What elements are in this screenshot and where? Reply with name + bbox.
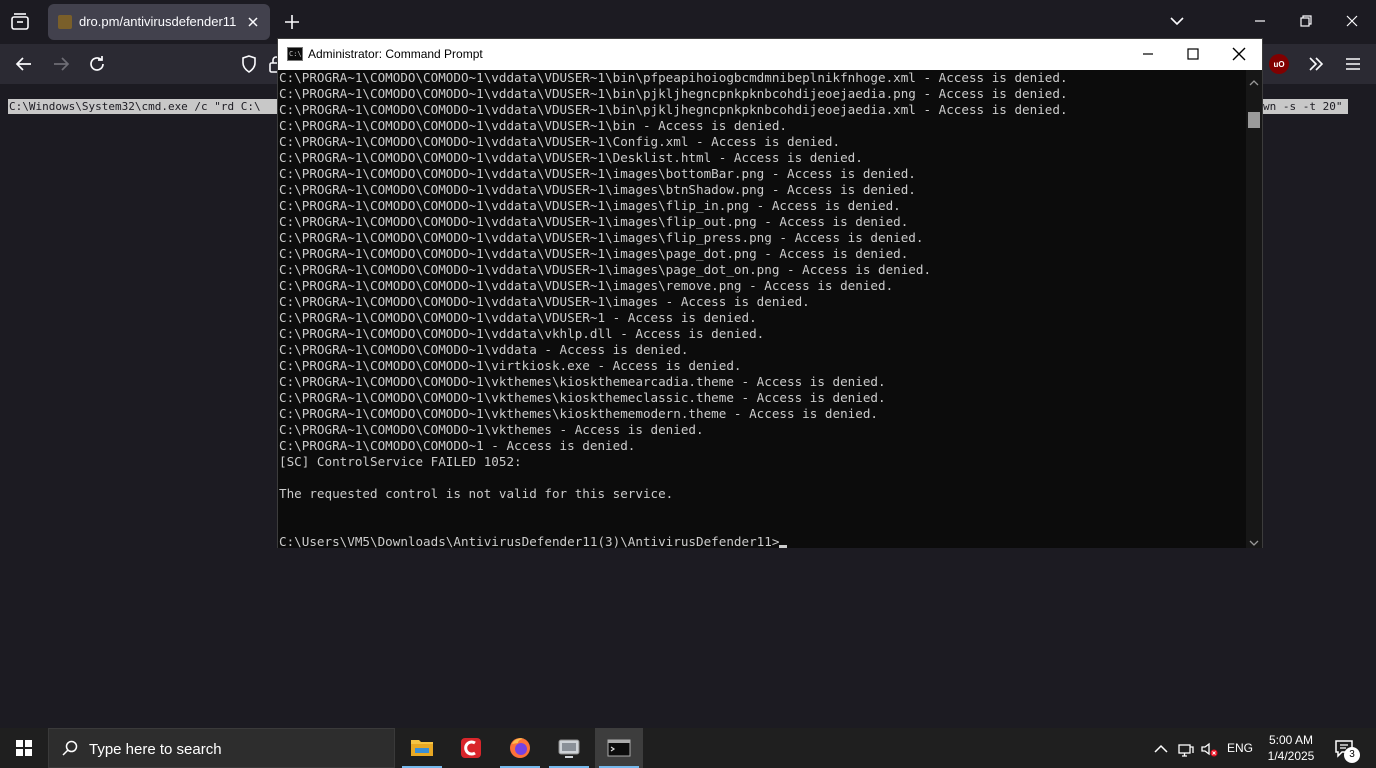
chevron-up-icon[interactable] (1152, 740, 1170, 758)
firefox-icon (510, 738, 530, 758)
shield-icon[interactable] (239, 54, 259, 74)
virtual-desktop-icon (558, 739, 580, 758)
search-placeholder: Type here to search (89, 741, 222, 758)
cmd-output-line: C:\PROGRA~1\COMODO\COMODO~1\vddata\VDUSE… (279, 246, 909, 261)
browser-tab-active[interactable]: dro.pm/antivirusdefender11 (48, 4, 270, 40)
cmd-output-line: C:\PROGRA~1\COMODO\COMODO~1\vddata\VDUSE… (279, 262, 932, 277)
cmd-output-line: The requested control is not valid for t… (279, 486, 674, 501)
tab-close-icon[interactable] (244, 13, 262, 31)
notification-count-badge: 3 (1344, 747, 1360, 763)
cmd-prompt-text: C:\Users\VM5\Downloads\AntivirusDefender… (279, 534, 780, 548)
cmd-output-line: C:\PROGRA~1\COMODO\COMODO~1\vddata\VDUSE… (279, 310, 757, 325)
minimize-icon[interactable] (1251, 12, 1269, 30)
taskbar-app-misc[interactable] (545, 728, 593, 768)
windows-taskbar: Type here to search ENG 5:00 AM 1/4/2025… (0, 728, 1376, 768)
folder-icon (411, 740, 433, 756)
cmd-output-line: C:\PROGRA~1\COMODO\COMODO~1\vddata\VDUSE… (279, 278, 894, 293)
cmd-minimize-icon[interactable] (1139, 45, 1157, 63)
forward-arrow-icon[interactable] (51, 54, 71, 74)
cmd-output-line: C:\PROGRA~1\COMODO\COMODO~1\vddata\VDUSE… (279, 182, 916, 197)
cmd-output-line: C:\PROGRA~1\COMODO\COMODO~1\vddata\VDUSE… (279, 166, 916, 181)
taskbar-firefox[interactable] (496, 728, 544, 768)
scrollbar-thumb[interactable] (1248, 112, 1260, 128)
cmd-output-line: C:\PROGRA~1\COMODO\COMODO~1\vddata\VDUSE… (279, 198, 901, 213)
restore-icon[interactable] (1297, 12, 1315, 30)
cmd-output-line: C:\PROGRA~1\COMODO\COMODO~1 - Access is … (279, 438, 636, 453)
reload-icon[interactable] (87, 54, 107, 74)
scroll-down-arrow-icon[interactable] (1249, 534, 1259, 546)
desktop-screen: dro.pm/antivirusdefender11 uO C:\Windows… (0, 0, 1376, 768)
command-prompt-icon (607, 739, 631, 757)
cmd-output-line: C:\PROGRA~1\COMODO\COMODO~1\vkthemes - A… (279, 422, 704, 437)
cmd-output-line: [SC] ControlService FAILED 1052: (279, 454, 522, 469)
selected-command-text-left[interactable]: C:\Windows\System32\cmd.exe /c "rd C:\ (8, 99, 278, 114)
clock-date[interactable]: 1/4/2025 (1266, 749, 1316, 763)
input-language-indicator[interactable]: ENG (1227, 741, 1253, 755)
speaker-muted-icon[interactable] (1200, 740, 1218, 758)
cmd-output-line: C:\PROGRA~1\COMODO\COMODO~1\vddata\VDUSE… (279, 134, 841, 149)
cmd-output-line: C:\PROGRA~1\COMODO\COMODO~1\vddata\VDUSE… (279, 230, 924, 245)
hamburger-menu-icon[interactable] (1343, 54, 1363, 74)
cmd-close-icon[interactable] (1230, 45, 1248, 63)
tab-favicon-icon (58, 15, 72, 29)
network-icon[interactable] (1177, 740, 1195, 758)
cmd-output-line: C:\PROGRA~1\COMODO\COMODO~1\virtkiosk.ex… (279, 358, 742, 373)
close-window-icon[interactable] (1343, 12, 1361, 30)
cmd-output-line (279, 518, 1246, 534)
taskbar-command-prompt[interactable] (595, 728, 643, 768)
cmd-output-line: C:\PROGRA~1\COMODO\COMODO~1\vddata\VDUSE… (279, 294, 810, 309)
cmd-output-line: C:\PROGRA~1\COMODO\COMODO~1\vddata\VDUSE… (279, 86, 1068, 101)
cmd-vertical-scrollbar[interactable] (1246, 70, 1262, 548)
cmd-maximize-icon[interactable] (1184, 45, 1202, 63)
cmd-output-line (279, 470, 1246, 486)
windows-start-icon[interactable] (0, 728, 48, 768)
taskbar-file-explorer[interactable] (398, 728, 446, 768)
taskbar-comodo[interactable] (447, 728, 495, 768)
cmd-output-line: C:\PROGRA~1\COMODO\COMODO~1\vddata - Acc… (279, 342, 689, 357)
selected-command-text-right[interactable]: wn -s -t 20" (1262, 99, 1348, 114)
cmd-window-title: Administrator: Command Prompt (308, 47, 483, 61)
taskbar-search-box[interactable]: Type here to search (48, 728, 395, 768)
back-arrow-icon[interactable] (14, 54, 34, 74)
chevron-double-right-icon[interactable] (1306, 54, 1326, 74)
search-icon (61, 739, 79, 757)
cmd-output-line: C:\PROGRA~1\COMODO\COMODO~1\vddata\VDUSE… (279, 214, 909, 229)
cmd-console-output[interactable]: C:\PROGRA~1\COMODO\COMODO~1\vddata\VDUSE… (278, 70, 1246, 548)
cmd-output-line: C:\PROGRA~1\COMODO\COMODO~1\vkthemes\kio… (279, 390, 886, 405)
cmd-output-line: C:\PROGRA~1\COMODO\COMODO~1\vkthemes\kio… (279, 406, 878, 421)
clock-time[interactable]: 5:00 AM (1266, 733, 1316, 747)
cmd-output-line: C:\PROGRA~1\COMODO\COMODO~1\vddata\vkhlp… (279, 326, 765, 341)
cmd-output-line: C:\PROGRA~1\COMODO\COMODO~1\vddata\VDUSE… (279, 70, 1068, 85)
comodo-icon (461, 738, 481, 758)
cmd-output-line: C:\PROGRA~1\COMODO\COMODO~1\vddata\VDUSE… (279, 150, 863, 165)
new-tab-plus-icon[interactable] (282, 12, 302, 32)
list-all-tabs-icon[interactable] (8, 10, 32, 34)
cmd-output-line: C:\PROGRA~1\COMODO\COMODO~1\vkthemes\kio… (279, 374, 886, 389)
command-prompt-window[interactable]: C:\ Administrator: Command Prompt C:\PRO… (277, 38, 1263, 548)
cmd-output-lines: C:\PROGRA~1\COMODO\COMODO~1\vddata\VDUSE… (279, 70, 1246, 534)
tab-title: dro.pm/antivirusdefender11 (79, 14, 237, 29)
chevron-down-icon[interactable] (1168, 12, 1186, 30)
scroll-up-arrow-icon[interactable] (1249, 74, 1259, 86)
text-cursor (779, 545, 788, 548)
cmd-output-line (279, 502, 1246, 518)
cmd-app-icon: C:\ (287, 47, 303, 61)
cmd-title-bar[interactable]: C:\ Administrator: Command Prompt (278, 39, 1262, 70)
cmd-output-line: C:\PROGRA~1\COMODO\COMODO~1\vddata\VDUSE… (279, 102, 1068, 117)
ublock-origin-icon[interactable]: uO (1269, 54, 1289, 74)
cmd-prompt-line[interactable]: C:\Users\VM5\Downloads\AntivirusDefender… (279, 534, 1246, 548)
cmd-output-line: C:\PROGRA~1\COMODO\COMODO~1\vddata\VDUSE… (279, 118, 787, 133)
